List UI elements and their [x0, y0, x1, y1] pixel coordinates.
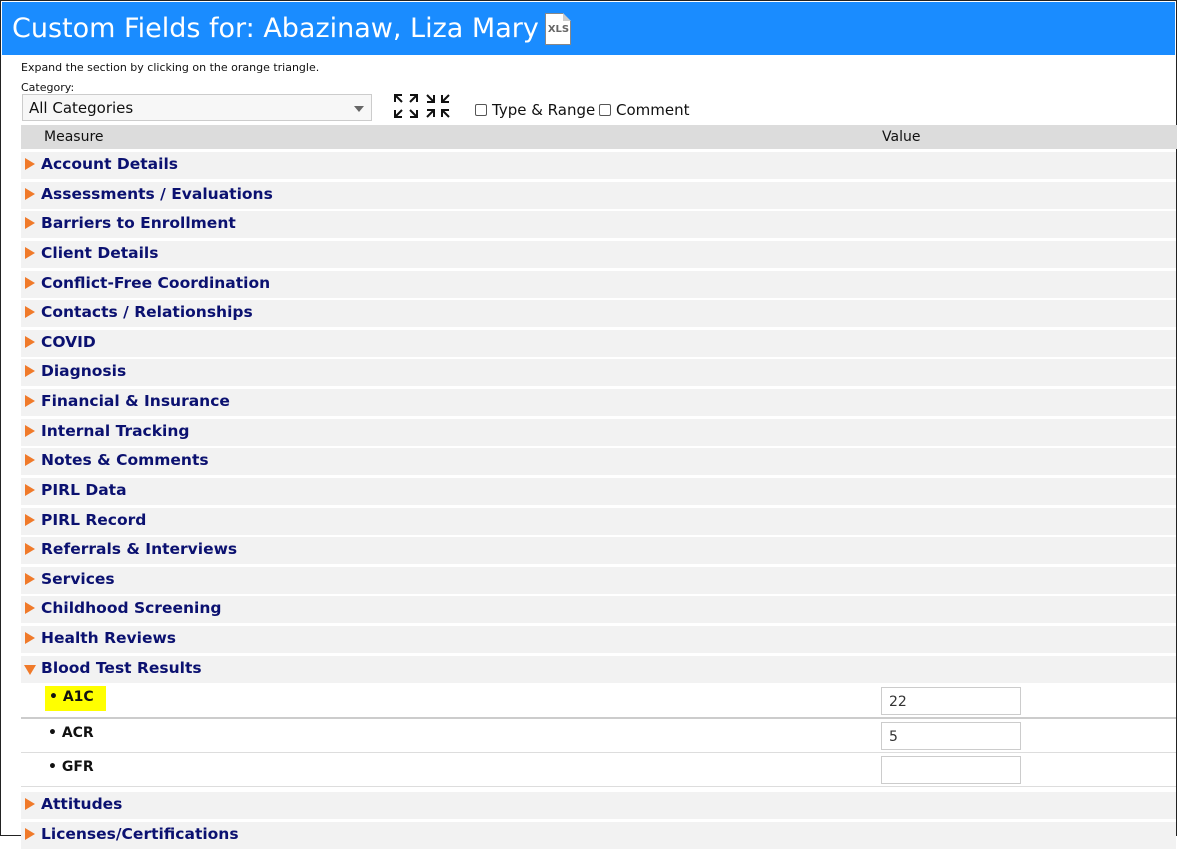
chevron-down-icon [354, 106, 364, 112]
section-label[interactable]: Internal Tracking [41, 422, 189, 440]
value-input-a1c[interactable]: 22 [881, 687, 1021, 715]
section-label[interactable]: Childhood Screening [41, 599, 221, 617]
section-row[interactable]: Account Details [21, 152, 1176, 181]
section-row[interactable]: Licenses/Certifications [21, 822, 1176, 851]
section-row[interactable]: Client Details [21, 241, 1176, 270]
expand-all-icon[interactable] [393, 93, 419, 119]
section-row[interactable]: Childhood Screening [21, 596, 1176, 625]
category-select[interactable]: All Categories [22, 94, 372, 121]
measure-row-acr: • ACR 5 [21, 719, 1176, 753]
section-row[interactable]: Diagnosis [21, 359, 1176, 388]
section-row[interactable]: PIRL Record [21, 508, 1176, 537]
measure-row-a1c: • A1C 22 [21, 684, 1176, 719]
measure-label: • GFR [48, 759, 94, 775]
expand-triangle-icon[interactable] [25, 365, 35, 377]
section-row[interactable]: Health Reviews [21, 626, 1176, 655]
expand-triangle-icon[interactable] [25, 247, 35, 259]
expand-triangle-icon[interactable] [25, 798, 35, 810]
section-label[interactable]: Notes & Comments [41, 451, 209, 469]
comment-label: Comment [616, 101, 690, 119]
section-label[interactable]: Services [41, 570, 115, 588]
section-label[interactable]: Client Details [41, 244, 158, 262]
grid-header: Measure Value [21, 125, 1177, 149]
section-row[interactable]: Financial & Insurance [21, 389, 1176, 418]
category-select-value: All Categories [29, 99, 134, 117]
section-row[interactable]: Referrals & Interviews [21, 537, 1176, 566]
expand-triangle-icon[interactable] [25, 573, 35, 585]
section-label[interactable]: Diagnosis [41, 362, 126, 380]
section-label[interactable]: Barriers to Enrollment [41, 214, 236, 232]
expand-triangle-icon[interactable] [25, 277, 35, 289]
expand-triangle-icon[interactable] [25, 425, 35, 437]
section-label[interactable]: Financial & Insurance [41, 392, 230, 410]
section-label[interactable]: PIRL Record [41, 511, 146, 529]
expand-triangle-icon[interactable] [25, 188, 35, 200]
expand-triangle-icon[interactable] [25, 217, 35, 229]
instructions-text: Expand the section by clicking on the or… [21, 61, 320, 74]
measure-row-gfr: • GFR [21, 753, 1176, 787]
expand-triangle-icon[interactable] [25, 543, 35, 555]
section-label[interactable]: Health Reviews [41, 629, 176, 647]
expand-triangle-icon[interactable] [25, 602, 35, 614]
measure-column-header: Measure [44, 129, 104, 145]
expand-triangle-icon[interactable] [25, 454, 35, 466]
section-row[interactable]: COVID [21, 330, 1176, 359]
page-header: Custom Fields for: Abazinaw, Liza Mary X… [2, 2, 1175, 55]
type-range-checkbox-box[interactable] [475, 104, 487, 116]
expand-triangle-icon[interactable] [25, 306, 35, 318]
section-label[interactable]: COVID [41, 333, 96, 351]
comment-checkbox-box[interactable] [599, 104, 611, 116]
section-label[interactable]: Conflict-Free Coordination [41, 274, 270, 292]
section-row[interactable]: Attitudes [21, 792, 1176, 821]
section-row[interactable]: Services [21, 567, 1176, 596]
section-label[interactable]: Referrals & Interviews [41, 540, 237, 558]
expand-triangle-icon[interactable] [25, 828, 35, 840]
section-row[interactable]: Conflict-Free Coordination [21, 271, 1176, 300]
measure-label: • A1C [45, 686, 106, 711]
expand-triangle-icon[interactable] [25, 158, 35, 170]
measure-label: • ACR [48, 725, 94, 741]
section-row[interactable]: Notes & Comments [21, 448, 1176, 477]
type-range-checkbox[interactable]: Type & Range [475, 101, 595, 119]
xls-icon-label: XLS [547, 23, 570, 35]
section-row[interactable]: Assessments / Evaluations [21, 182, 1176, 211]
page-title: Custom Fields for: Abazinaw, Liza Mary [12, 13, 539, 44]
section-label[interactable]: Account Details [41, 155, 178, 173]
section-row-expanded[interactable]: Blood Test Results [21, 656, 1176, 685]
xls-file-icon[interactable]: XLS [544, 12, 571, 45]
expand-triangle-icon[interactable] [25, 395, 35, 407]
category-label: Category: [21, 81, 75, 94]
collapse-all-icon[interactable] [425, 93, 451, 119]
section-label[interactable]: Assessments / Evaluations [41, 185, 273, 203]
section-row[interactable]: Contacts / Relationships [21, 300, 1176, 329]
expand-triangle-icon[interactable] [25, 632, 35, 644]
section-label[interactable]: Contacts / Relationships [41, 303, 253, 321]
value-input-gfr[interactable] [881, 756, 1021, 784]
expand-triangle-icon[interactable] [25, 514, 35, 526]
section-label[interactable]: Attitudes [41, 795, 122, 813]
section-label[interactable]: Licenses/Certifications [41, 825, 239, 843]
section-label[interactable]: PIRL Data [41, 481, 127, 499]
value-column-header: Value [882, 129, 921, 145]
comment-checkbox[interactable]: Comment [599, 101, 690, 119]
expand-triangle-icon[interactable] [25, 484, 35, 496]
section-row[interactable]: Barriers to Enrollment [21, 211, 1176, 240]
value-input-acr[interactable]: 5 [881, 722, 1021, 750]
expand-triangle-icon[interactable] [25, 336, 35, 348]
section-label[interactable]: Blood Test Results [41, 659, 202, 677]
section-row[interactable]: PIRL Data [21, 478, 1176, 507]
type-range-label: Type & Range [492, 101, 596, 119]
section-row[interactable]: Internal Tracking [21, 419, 1176, 448]
collapse-triangle-icon[interactable] [24, 665, 36, 675]
